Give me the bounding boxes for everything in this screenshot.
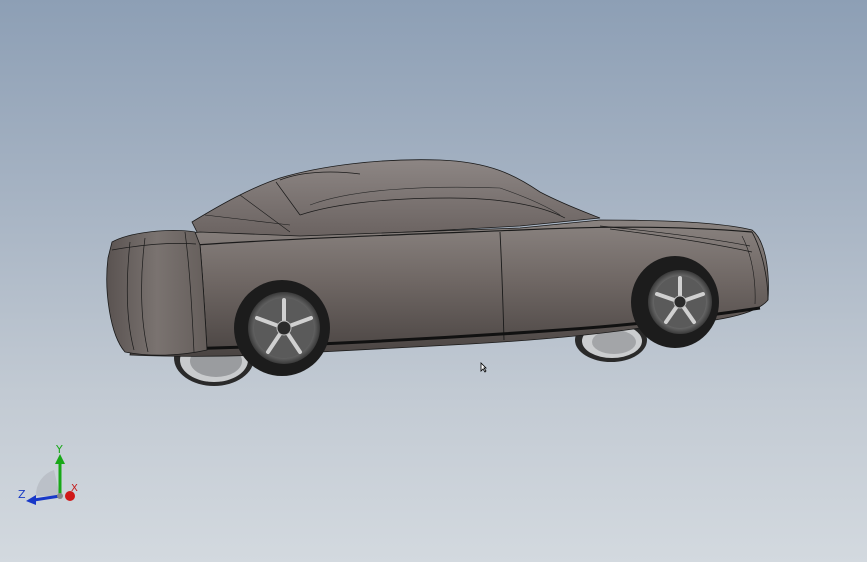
front-near-wheel	[631, 256, 719, 348]
z-axis-arrow	[26, 495, 36, 505]
x-axis-label: X	[71, 483, 78, 494]
car-rear	[106, 230, 208, 356]
car-3d-model[interactable]	[0, 0, 867, 562]
z-axis-label: Z	[18, 488, 26, 501]
3d-graphics-viewport[interactable]: Y Z X	[0, 0, 867, 562]
rear-near-wheel	[234, 280, 330, 376]
arrow-cursor-icon	[480, 362, 487, 373]
z-axis-line	[33, 494, 61, 502]
y-axis-label: Y	[56, 443, 63, 456]
